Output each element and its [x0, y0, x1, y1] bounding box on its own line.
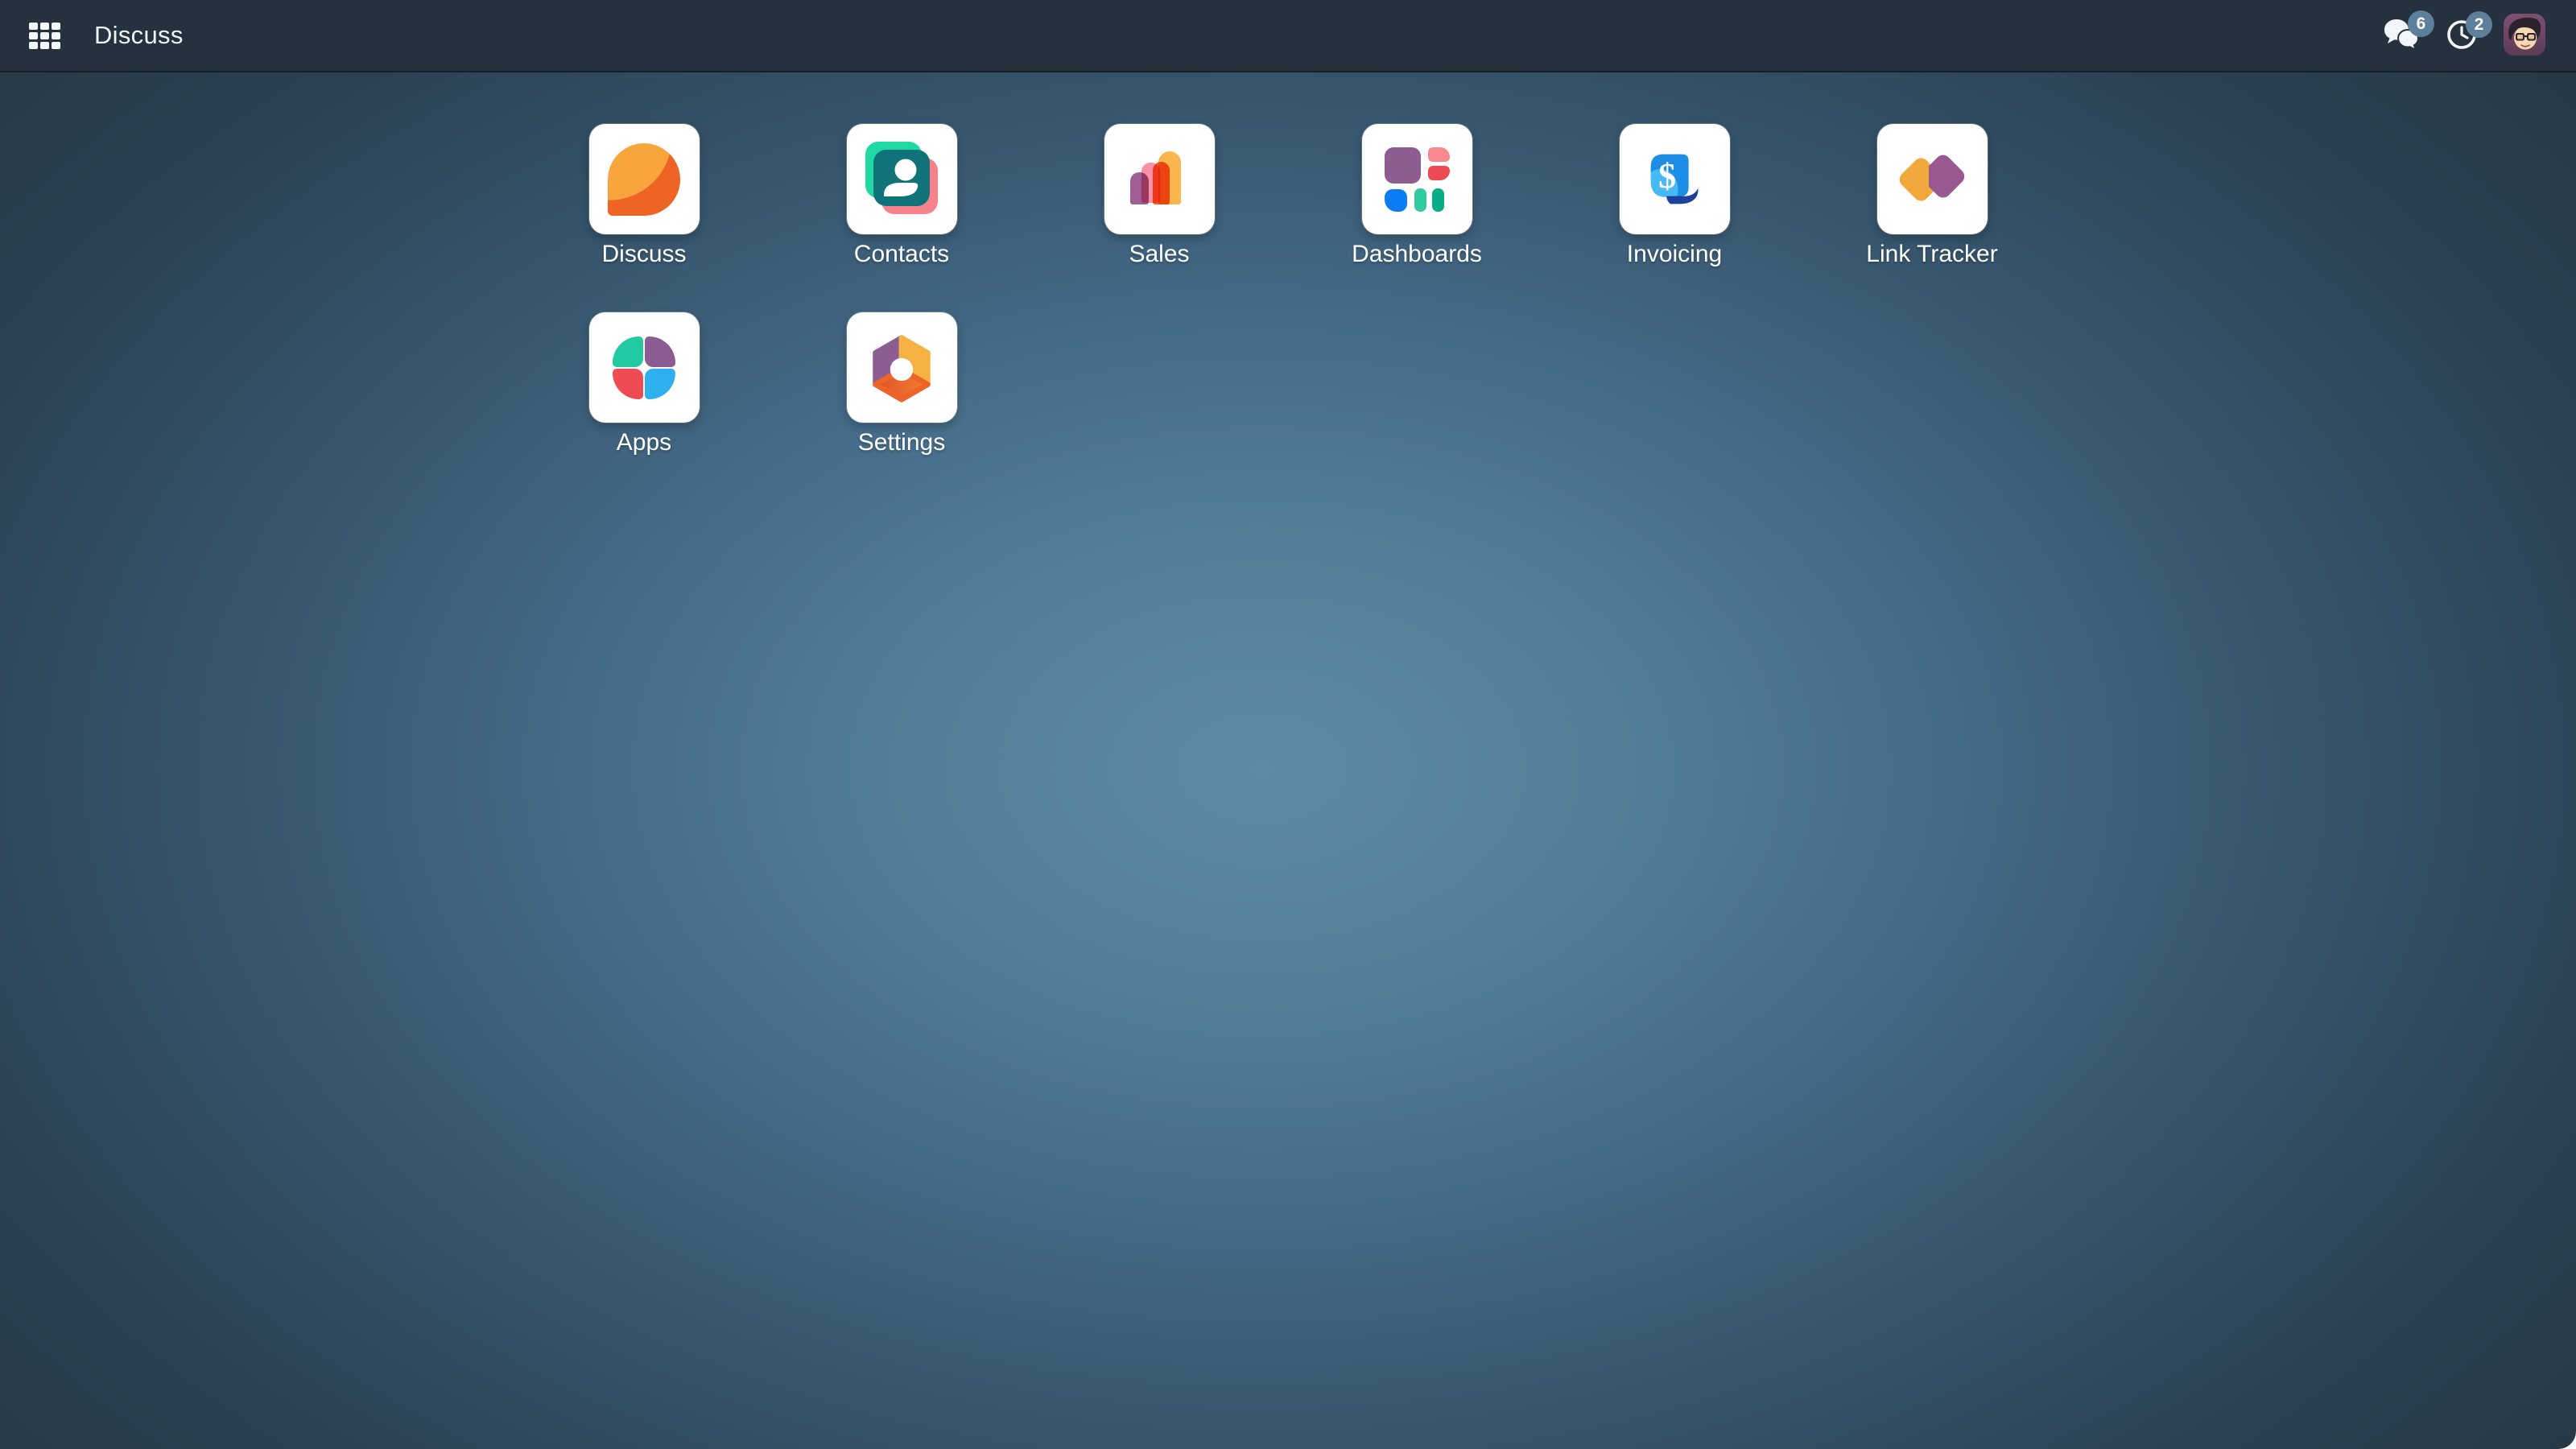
- person-icon: [873, 150, 930, 206]
- app-discuss-tile: [589, 124, 700, 234]
- messages-button[interactable]: 6: [2383, 18, 2420, 54]
- svg-text:$: $: [1658, 155, 1676, 195]
- app-link-tracker-tile: [1877, 124, 1988, 234]
- app-label: Sales: [1129, 240, 1189, 269]
- home-menu: Discuss Contacts: [0, 72, 2576, 457]
- link-tracker-icon: [1893, 140, 1971, 219]
- apps-menu-button[interactable]: [24, 18, 65, 54]
- app-dashboards-tile: [1362, 124, 1472, 234]
- app-settings[interactable]: Settings: [773, 312, 1030, 457]
- apps-grid-icon: [29, 23, 60, 49]
- odoo-home-screen: Discuss 6 2: [0, 0, 2576, 1449]
- invoicing-icon: $: [1635, 140, 1714, 219]
- activities-button[interactable]: 2: [2446, 19, 2478, 53]
- app-label: Contacts: [854, 240, 949, 269]
- dashboards-icon: [1377, 140, 1456, 219]
- app-sales[interactable]: Sales: [1030, 124, 1288, 269]
- sales-icon: [1120, 140, 1199, 219]
- app-label: Dashboards: [1352, 240, 1482, 269]
- app-label: Settings: [858, 428, 945, 457]
- app-link-tracker[interactable]: Link Tracker: [1803, 124, 2061, 269]
- app-apps[interactable]: Apps: [515, 312, 773, 457]
- user-menu-button[interactable]: [2504, 14, 2545, 58]
- app-grid: Discuss Contacts: [0, 72, 2576, 457]
- app-sales-tile: [1104, 124, 1215, 234]
- user-avatar: [2504, 14, 2545, 56]
- settings-icon: [862, 328, 941, 407]
- app-label: Apps: [617, 428, 671, 457]
- app-contacts-tile: [847, 124, 957, 234]
- messages-count-badge: 6: [2408, 10, 2434, 37]
- app-contacts[interactable]: Contacts: [773, 124, 1030, 269]
- activities-count-badge: 2: [2466, 11, 2492, 38]
- app-invoicing-tile: $: [1620, 124, 1730, 234]
- app-invoicing[interactable]: $ Invoicing: [1546, 124, 1803, 269]
- app-label: Invoicing: [1627, 240, 1722, 269]
- topbar: Discuss 6 2: [0, 0, 2576, 72]
- contacts-icon: [862, 140, 941, 219]
- apps-icon: [605, 328, 683, 407]
- current-app-title[interactable]: Discuss: [94, 21, 184, 50]
- topbar-systray: 6 2: [2383, 14, 2545, 58]
- app-apps-tile: [589, 312, 700, 423]
- app-label: Discuss: [601, 240, 686, 269]
- app-settings-tile: [847, 312, 957, 423]
- discuss-icon: [605, 140, 683, 219]
- app-label: Link Tracker: [1866, 240, 1997, 269]
- app-dashboards[interactable]: Dashboards: [1288, 124, 1546, 269]
- app-discuss[interactable]: Discuss: [515, 124, 773, 269]
